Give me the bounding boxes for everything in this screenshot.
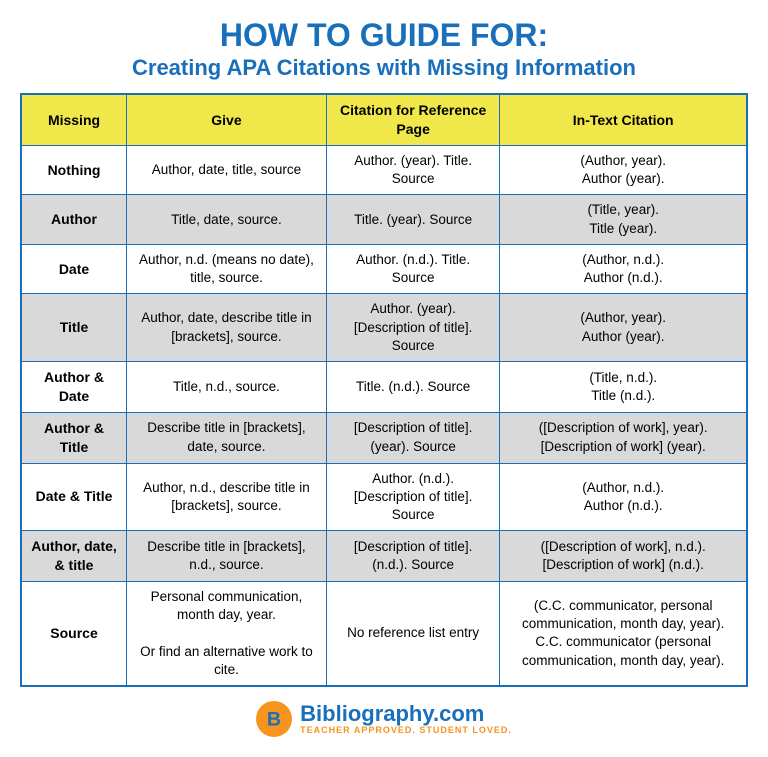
cell-missing: Date	[21, 244, 127, 293]
cell-give: Author, date, describe title in [bracket…	[127, 294, 327, 362]
cell-missing: Title	[21, 294, 127, 362]
footer: B Bibliography.com TEACHER APPROVED. STU…	[256, 701, 512, 737]
cell-give: Title, n.d., source.	[127, 361, 327, 412]
table-row: SourcePersonal communication, month day,…	[21, 581, 747, 686]
table-row: Author, date, & titleDescribe title in […	[21, 531, 747, 582]
apa-guide-table: Missing Give Citation for Reference Page…	[20, 93, 748, 687]
cell-intext: (C.C. communicator, personal communicati…	[500, 581, 747, 686]
cell-citation: [Description of title]. (year). Source	[326, 412, 499, 463]
table-header-row: Missing Give Citation for Reference Page…	[21, 94, 747, 145]
footer-site-name: Bibliography.com	[300, 703, 484, 725]
cell-give: Author, n.d., describe title in [bracket…	[127, 463, 327, 531]
cell-citation: Author. (year). [Description of title]. …	[326, 294, 499, 362]
table-row: DateAuthor, n.d. (means no date), title,…	[21, 244, 747, 293]
cell-give: Personal communication, month day, year.…	[127, 581, 327, 686]
cell-give: Title, date, source.	[127, 195, 327, 244]
col-missing-header: Missing	[21, 94, 127, 145]
cell-missing: Author, date, & title	[21, 531, 127, 582]
footer-text-block: Bibliography.com TEACHER APPROVED. STUDE…	[300, 703, 512, 735]
cell-missing: Source	[21, 581, 127, 686]
cell-give: Describe title in [brackets], n.d., sour…	[127, 531, 327, 582]
cell-intext: (Author, n.d.). Author (n.d.).	[500, 244, 747, 293]
cell-intext: ([Description of work], n.d.). [Descript…	[500, 531, 747, 582]
footer-tagline: TEACHER APPROVED. STUDENT LOVED.	[300, 725, 512, 735]
table-row: NothingAuthor, date, title, sourceAuthor…	[21, 145, 747, 194]
cell-give: Describe title in [brackets], date, sour…	[127, 412, 327, 463]
cell-citation: Author. (n.d.). [Description of title]. …	[326, 463, 499, 531]
sub-title: Creating APA Citations with Missing Info…	[132, 55, 636, 81]
table-row: TitleAuthor, date, describe title in [br…	[21, 294, 747, 362]
cell-intext: (Author, year). Author (year).	[500, 145, 747, 194]
cell-citation: Author. (n.d.). Title. Source	[326, 244, 499, 293]
table-row: Date & TitleAuthor, n.d., describe title…	[21, 463, 747, 531]
cell-intext: (Title, year). Title (year).	[500, 195, 747, 244]
cell-citation: No reference list entry	[326, 581, 499, 686]
cell-give: Author, n.d. (means no date), title, sou…	[127, 244, 327, 293]
cell-missing: Date & Title	[21, 463, 127, 531]
cell-missing: Author	[21, 195, 127, 244]
cell-citation: Title. (year). Source	[326, 195, 499, 244]
table-row: Author & TitleDescribe title in [bracket…	[21, 412, 747, 463]
col-citation-header: Citation for Reference Page	[326, 94, 499, 145]
col-intext-header: In-Text Citation	[500, 94, 747, 145]
cell-missing: Author & Date	[21, 361, 127, 412]
col-give-header: Give	[127, 94, 327, 145]
cell-intext: (Author, n.d.). Author (n.d.).	[500, 463, 747, 531]
cell-citation: Title. (n.d.). Source	[326, 361, 499, 412]
bibliography-logo-icon: B	[256, 701, 292, 737]
table-row: AuthorTitle, date, source.Title. (year).…	[21, 195, 747, 244]
cell-missing: Nothing	[21, 145, 127, 194]
table-row: Author & DateTitle, n.d., source.Title. …	[21, 361, 747, 412]
cell-give: Author, date, title, source	[127, 145, 327, 194]
cell-intext: (Title, n.d.). Title (n.d.).	[500, 361, 747, 412]
cell-citation: Author. (year). Title. Source	[326, 145, 499, 194]
cell-intext: ([Description of work], year). [Descript…	[500, 412, 747, 463]
svg-text:B: B	[267, 708, 281, 730]
main-title: HOW TO GUIDE FOR:	[220, 18, 548, 53]
cell-intext: (Author, year). Author (year).	[500, 294, 747, 362]
cell-citation: [Description of title]. (n.d.). Source	[326, 531, 499, 582]
cell-missing: Author & Title	[21, 412, 127, 463]
